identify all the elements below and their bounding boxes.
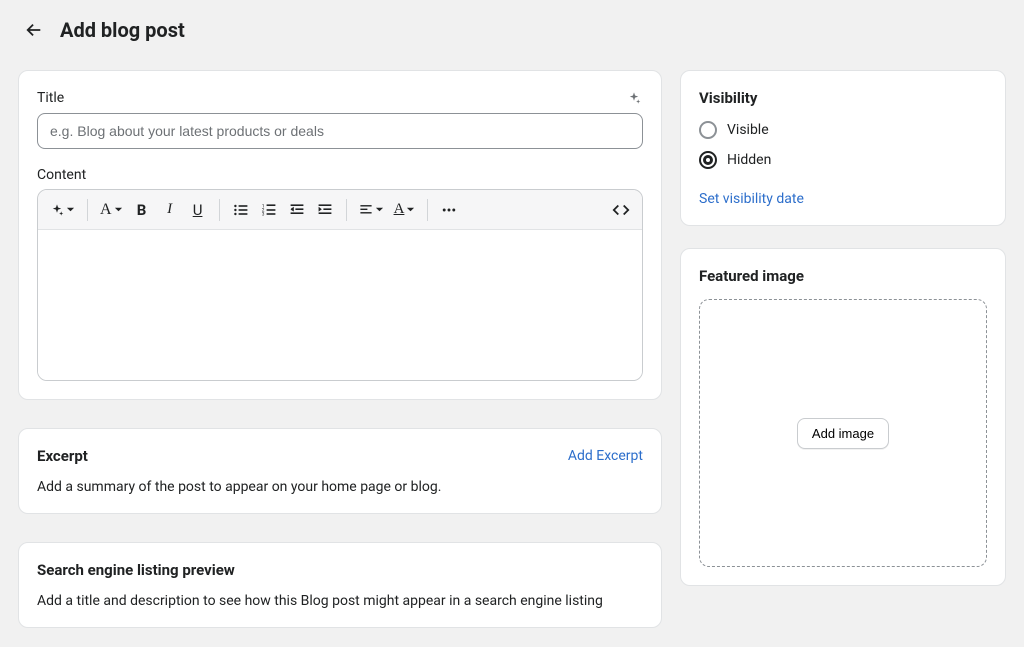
underline-icon: U [193, 201, 203, 219]
bold-icon: B [137, 201, 147, 219]
numbered-list-icon: 123 [261, 202, 277, 218]
chevron-down-icon [406, 205, 415, 214]
outdent-icon [289, 202, 305, 218]
visibility-option-visible[interactable]: Visible [699, 121, 987, 139]
editor-toolbar: A B I U [38, 190, 642, 230]
title-input[interactable] [37, 113, 643, 149]
html-view-button[interactable] [608, 196, 634, 224]
italic-icon: I [167, 201, 172, 218]
more-tools-button[interactable] [436, 196, 462, 224]
add-excerpt-link[interactable]: Add Excerpt [568, 448, 643, 464]
content-textarea[interactable] [38, 230, 642, 380]
bold-button[interactable]: B [129, 196, 155, 224]
add-image-button[interactable]: Add image [797, 418, 889, 449]
indent-icon [317, 202, 333, 218]
visibility-card: Visibility Visible Hidden Set visibility… [680, 70, 1006, 226]
radio-icon [699, 121, 717, 139]
content-editor: A B I U [37, 189, 643, 381]
toolbar-separator [219, 199, 220, 221]
toolbar-separator [87, 199, 88, 221]
page-title: Add blog post [60, 18, 185, 42]
content-label: Content [37, 167, 643, 183]
text-color-button[interactable]: A [390, 196, 420, 224]
outdent-button[interactable] [284, 196, 310, 224]
sparkle-icon [50, 203, 64, 217]
code-icon [612, 201, 630, 219]
visibility-option-hidden[interactable]: Hidden [699, 151, 987, 169]
italic-button[interactable]: I [157, 196, 183, 224]
title-content-card: Title Content A [18, 70, 662, 400]
svg-text:3: 3 [261, 211, 264, 217]
underline-button[interactable]: U [185, 196, 211, 224]
toolbar-separator [427, 199, 428, 221]
back-button[interactable] [22, 18, 46, 42]
chevron-down-icon [114, 205, 123, 214]
featured-image-card: Featured image Add image [680, 248, 1006, 586]
ai-assist-button[interactable] [46, 196, 79, 224]
paragraph-a-icon: A [100, 201, 112, 219]
seo-description: Add a title and description to see how t… [37, 593, 643, 609]
dots-horizontal-icon [441, 202, 457, 218]
arrow-left-icon [25, 21, 43, 39]
seo-card: Search engine listing preview Add a titl… [18, 542, 662, 628]
radio-icon [699, 151, 717, 169]
title-label: Title [37, 90, 64, 106]
visibility-visible-label: Visible [727, 122, 769, 138]
toolbar-separator [346, 199, 347, 221]
paragraph-style-button[interactable]: A [96, 196, 127, 224]
text-color-icon: A [394, 201, 405, 218]
indent-button[interactable] [312, 196, 338, 224]
bullet-list-icon [233, 202, 249, 218]
excerpt-description: Add a summary of the post to appear on y… [37, 479, 643, 495]
seo-heading: Search engine listing preview [37, 561, 643, 579]
visibility-hidden-label: Hidden [727, 152, 771, 168]
chevron-down-icon [66, 205, 75, 214]
excerpt-card: Excerpt Add Excerpt Add a summary of the… [18, 428, 662, 514]
bullet-list-button[interactable] [228, 196, 254, 224]
chevron-down-icon [375, 205, 384, 214]
excerpt-heading: Excerpt [37, 447, 88, 465]
ai-sparkle-button[interactable] [625, 89, 643, 107]
featured-image-dropzone[interactable]: Add image [699, 299, 987, 567]
set-visibility-date-link[interactable]: Set visibility date [699, 191, 804, 207]
visibility-heading: Visibility [699, 89, 987, 107]
featured-image-heading: Featured image [699, 267, 987, 285]
align-left-icon [359, 203, 373, 217]
align-button[interactable] [355, 196, 388, 224]
numbered-list-button[interactable]: 123 [256, 196, 282, 224]
sparkle-icon [627, 91, 641, 105]
